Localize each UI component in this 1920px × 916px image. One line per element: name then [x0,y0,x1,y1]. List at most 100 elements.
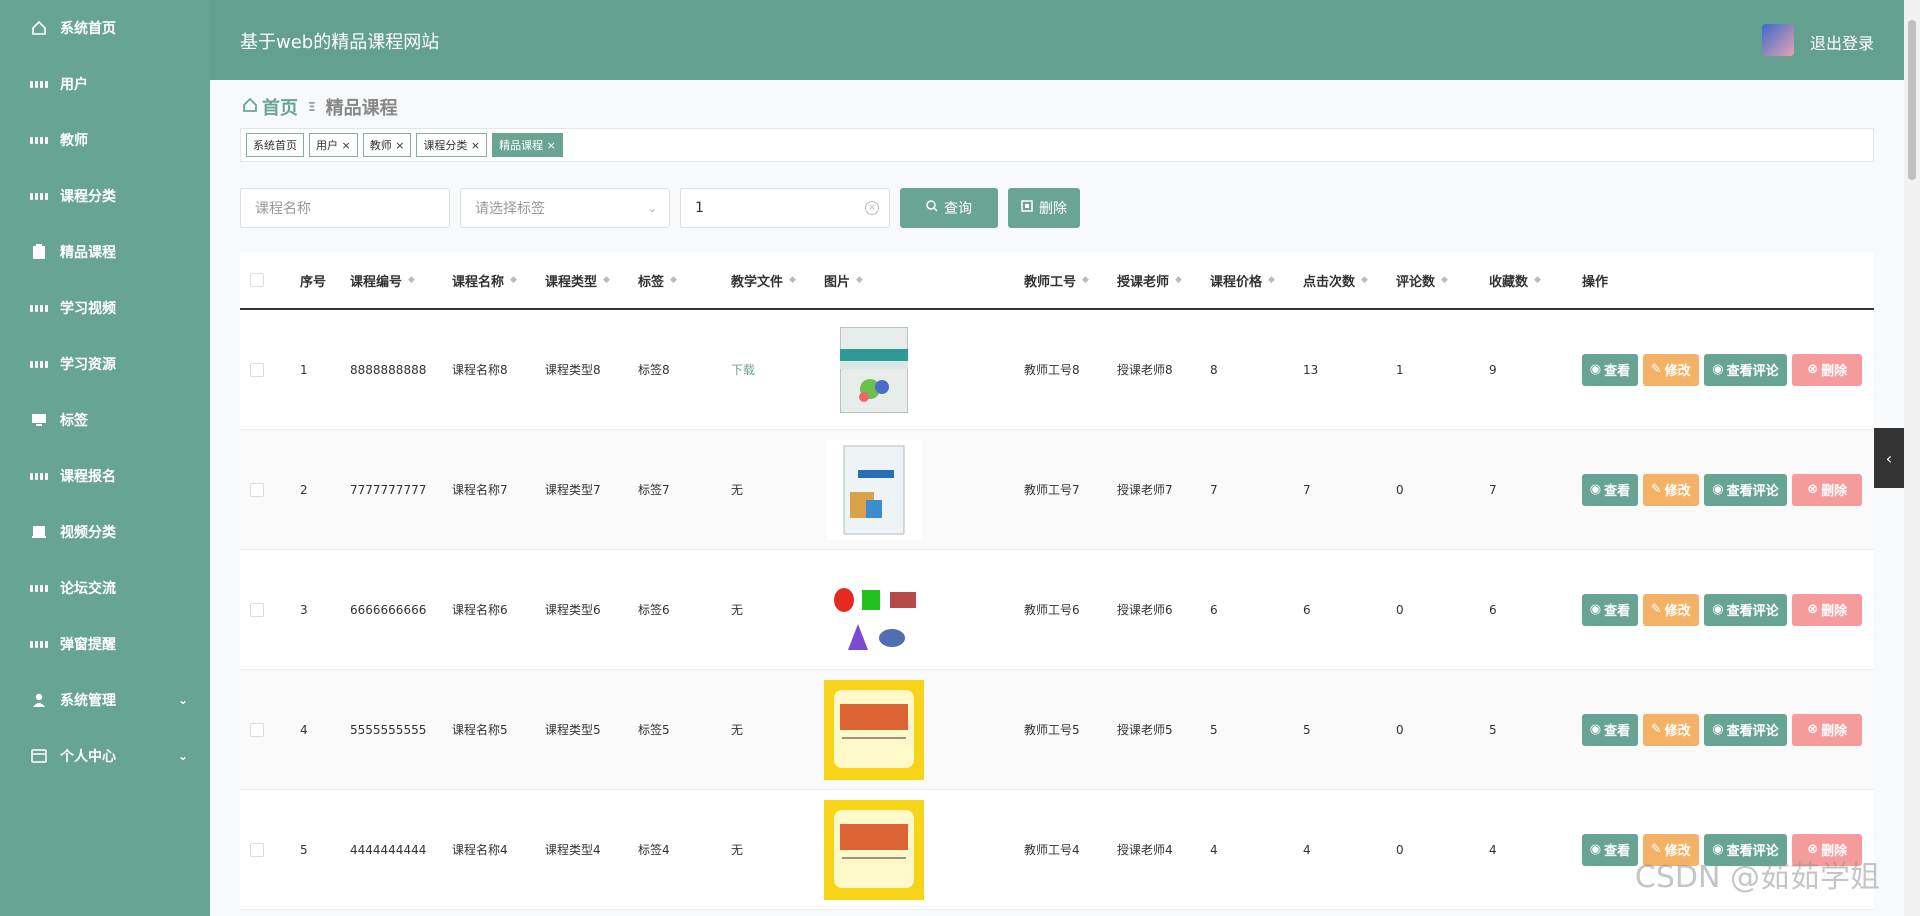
header-comments[interactable]: 评论数 ◆ [1386,271,1479,290]
delete-button[interactable]: ⊗ 删除 [1792,593,1863,626]
sidebar-item-popup-reminder[interactable]: 弹窗提醒 [0,616,210,672]
view-comments-button[interactable]: ◉ 查看评论 [1703,353,1788,386]
tag-teachers[interactable]: 教师 × [362,133,412,157]
header-image[interactable]: 图片 ◆ [814,271,1014,290]
table-row: 2 7777777777 课程名称7 课程类型7 标签7 无 教师工号7 授课老… [240,430,1874,550]
sort-icon: ◆ [789,274,796,285]
sidebar-item-video-category[interactable]: 视频分类 [0,504,210,560]
sidebar-item-system-management[interactable]: 系统管理 ⌄ [0,672,210,728]
breadcrumb-home[interactable]: 首页 [262,94,298,120]
delete-button[interactable]: ⊗ 删除 [1792,473,1863,506]
cell-favorites: 6 [1489,602,1497,617]
cell-image [814,799,1014,900]
eye-icon: ◉ [1589,362,1602,377]
row-checkbox[interactable] [250,482,264,497]
row-checkbox[interactable] [250,602,264,617]
edit-button[interactable]: ✎ 修改 [1642,473,1699,506]
sort-icon: ◆ [856,274,863,285]
search-bar: 课程名称 请选择标签 ⌄ 1 × 查询 删除 [240,188,1080,228]
clear-icon[interactable]: × [865,201,879,215]
edit-button[interactable]: ✎ 修改 [1642,593,1699,626]
tag-premium-course[interactable]: 精品课程 × [492,133,563,157]
cell-comments: 0 [1396,482,1404,497]
query-button[interactable]: 查询 [900,188,998,228]
sort-icon: ◆ [1175,274,1182,285]
row-checkbox-cell [240,722,290,737]
view-button[interactable]: ◉ 查看 [1582,473,1638,506]
header-type[interactable]: 课程类型 ◆ [535,271,628,290]
tag-users[interactable]: 用户 × [309,133,358,157]
tag-select[interactable]: 请选择标签 ⌄ [460,188,670,228]
cell-name: 课程名称8 [452,363,508,377]
header-name[interactable]: 课程名称 ◆ [442,271,535,290]
edit-button[interactable]: ✎ 修改 [1642,353,1699,386]
sidebar-item-users[interactable]: 用户 [0,56,210,112]
view-button[interactable]: ◉ 查看 [1582,833,1638,866]
sidebar-item-study-resources[interactable]: 学习资源 [0,336,210,392]
sidebar-item-label: 弹窗提醒 [60,637,116,653]
tag-course-category[interactable]: 课程分类 × [416,133,488,157]
sidebar-item-forum[interactable]: 论坛交流 [0,560,210,616]
header-tag[interactable]: 标签 ◆ [628,271,721,290]
batch-delete-button[interactable]: 删除 [1008,188,1080,228]
cell-price: 4 [1210,842,1218,857]
eye-icon: ◉ [1712,722,1724,737]
logout-button[interactable]: 退出登录 [1810,30,1874,54]
view-comments-button[interactable]: ◉ 查看评论 [1703,473,1788,506]
sidebar-item-personal-center[interactable]: 个人中心 ⌄ [0,728,210,784]
sort-icon: ◆ [670,274,677,285]
cell-code: 5555555555 [350,722,427,737]
tag-home[interactable]: 系统首页 [246,133,304,157]
sort-icon: ◆ [408,274,415,285]
keyword-input[interactable]: 1 × [680,188,890,228]
header-teacher-id[interactable]: 教师工号 ◆ [1014,271,1107,290]
edit-button[interactable]: ✎ 修改 [1642,713,1699,746]
header-file[interactable]: 教学文件 ◆ [721,271,814,290]
header-ops: 操作 [1582,274,1609,290]
sidebar-item-label: 视频分类 [60,525,116,541]
sidebar-item-teachers[interactable]: 教师 [0,112,210,168]
sidebar-item-study-videos[interactable]: 学习视频 [0,280,210,336]
sort-icon: ◆ [510,274,517,285]
header-code[interactable]: 课程编号 ◆ [340,271,442,290]
scrollbar-thumb[interactable] [1908,20,1916,180]
delete-icon [1021,200,1033,216]
view-button[interactable]: ◉ 查看 [1582,713,1638,746]
sort-icon: ◆ [1441,274,1448,285]
sidebar-item-tags[interactable]: 标签 [0,392,210,448]
sidebar-item-home[interactable]: 系统首页 [0,0,210,56]
row-checkbox[interactable] [250,842,264,857]
select-all-checkbox[interactable] [250,273,264,287]
sidebar-item-premium-course[interactable]: 精品课程 [0,224,210,280]
row-checkbox[interactable] [250,362,264,377]
sidebar-item-course-category[interactable]: 课程分类 [0,168,210,224]
collapse-panel-tab[interactable]: ‹ [1874,428,1904,488]
course-image [824,679,924,780]
header-clicks[interactable]: 点击次数 ◆ [1293,271,1386,290]
cell-name: 课程名称4 [452,843,508,857]
sidebar-item-label: 标签 [60,413,88,429]
course-name-input[interactable]: 课程名称 [240,188,450,228]
edit-icon: ✎ [1650,482,1662,497]
sidebar-item-label: 课程分类 [60,189,116,205]
cell-image [814,560,1014,660]
page-scrollbar[interactable] [1904,0,1920,916]
top-header: 基于web的精品课程网站 退出登录 [210,0,1904,80]
delete-button[interactable]: ⊗ 删除 [1792,353,1863,386]
download-link[interactable]: 下载 [731,361,755,378]
sidebar-item-enrollment[interactable]: 课程报名 [0,448,210,504]
header-favorites[interactable]: 收藏数 ◆ [1479,271,1572,290]
view-button[interactable]: ◉ 查看 [1582,593,1638,626]
grid-icon [30,299,48,317]
cell-ops: ◉ 查看 ✎ 修改 ◉ 查看评论 ⊗ 删除 [1572,593,1863,626]
view-comments-button[interactable]: ◉ 查看评论 [1703,593,1788,626]
avatar[interactable] [1762,24,1794,56]
delete-button[interactable]: ⊗ 删除 [1792,713,1863,746]
header-teacher[interactable]: 授课老师 ◆ [1107,271,1200,290]
header-price[interactable]: 课程价格 ◆ [1200,271,1293,290]
view-comments-button[interactable]: ◉ 查看评论 [1703,713,1788,746]
view-button[interactable]: ◉ 查看 [1582,353,1638,386]
cell-type: 课程类型4 [545,843,601,857]
table-row: 3 6666666666 课程名称6 课程类型6 标签6 无 教师工号6 授课老… [240,550,1874,670]
row-checkbox[interactable] [250,722,264,737]
